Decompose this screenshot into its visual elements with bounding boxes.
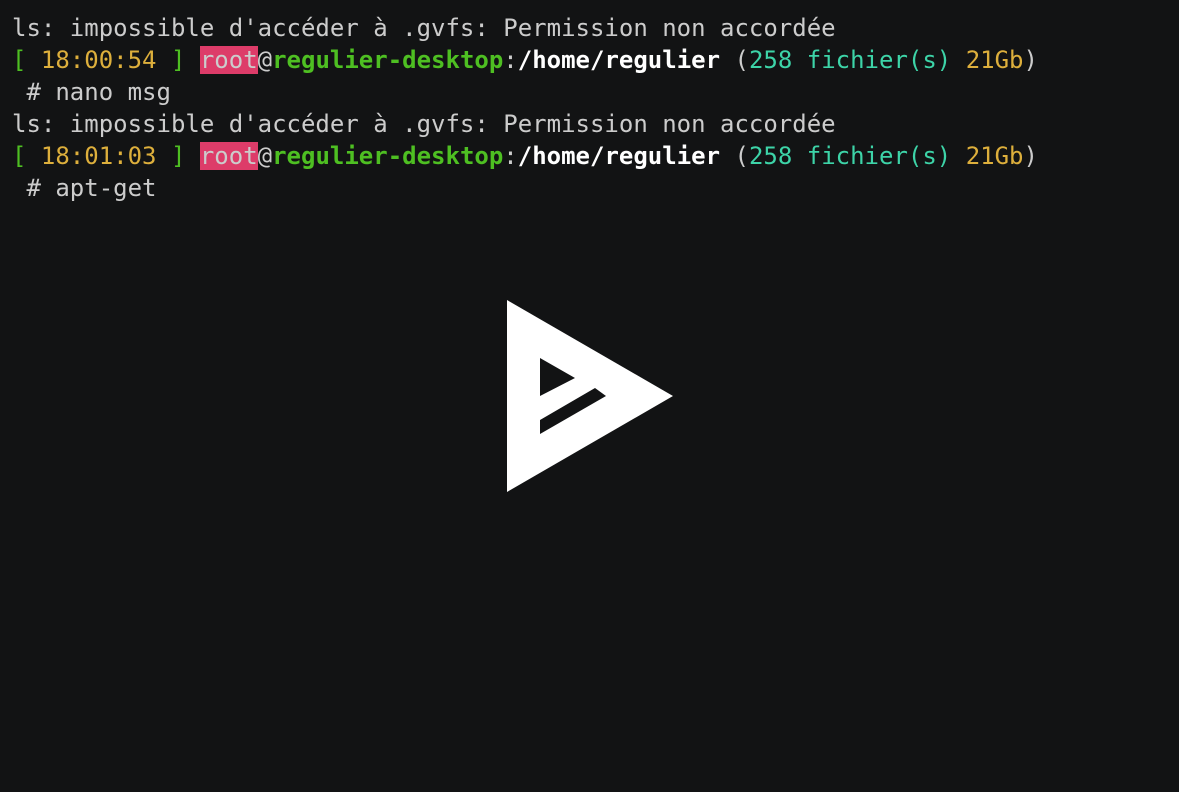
prompt-colon: : (503, 46, 518, 74)
prompt-path: /home/regulier (517, 46, 721, 74)
terminal-line-error: ls: impossible d'accéder à .gvfs: Permis… (12, 110, 836, 138)
terminal-line-error: ls: impossible d'accéder à .gvfs: Permis… (12, 14, 836, 42)
prompt-file-count: 258 fichier(s) (748, 142, 952, 170)
terminal-screen[interactable]: ls: impossible d'accéder à .gvfs: Permis… (0, 0, 1179, 792)
prompt-file-count: 258 fichier(s) (748, 46, 952, 74)
asciinema-play-icon[interactable] (505, 298, 675, 494)
prompt-paren-open: ( (720, 46, 749, 74)
terminal-line-prompt: [ 18:01:03 ] root@regulier-desktop:/home… (12, 140, 1179, 172)
prompt-bracket-close: ] (156, 142, 186, 170)
prompt-at: @ (257, 46, 273, 74)
prompt-time: 18:00:54 (40, 46, 157, 74)
terminal-line-command: # apt-get (12, 174, 157, 202)
prompt-path: /home/regulier (517, 142, 721, 170)
prompt-host: regulier-desktop (272, 142, 504, 170)
prompt-paren-open: ( (720, 142, 749, 170)
prompt-bracket-open: [ (12, 46, 41, 74)
prompt-colon: : (503, 142, 518, 170)
prompt-user: root (199, 46, 258, 74)
prompt-at: @ (257, 142, 273, 170)
prompt-bracket-close: ] (156, 46, 186, 74)
terminal-line-prompt: [ 18:00:54 ] root@regulier-desktop:/home… (12, 44, 1179, 76)
terminal-line-command: # nano msg (12, 78, 171, 106)
prompt-disk-size: 21Gb (951, 142, 1024, 170)
prompt-user: root (199, 142, 258, 170)
prompt-time: 18:01:03 (40, 142, 157, 170)
prompt-host: regulier-desktop (272, 46, 504, 74)
prompt-disk-size: 21Gb (951, 46, 1024, 74)
prompt-bracket-open: [ (12, 142, 41, 170)
prompt-paren-close: ) (1023, 46, 1038, 74)
prompt-paren-close: ) (1023, 142, 1038, 170)
